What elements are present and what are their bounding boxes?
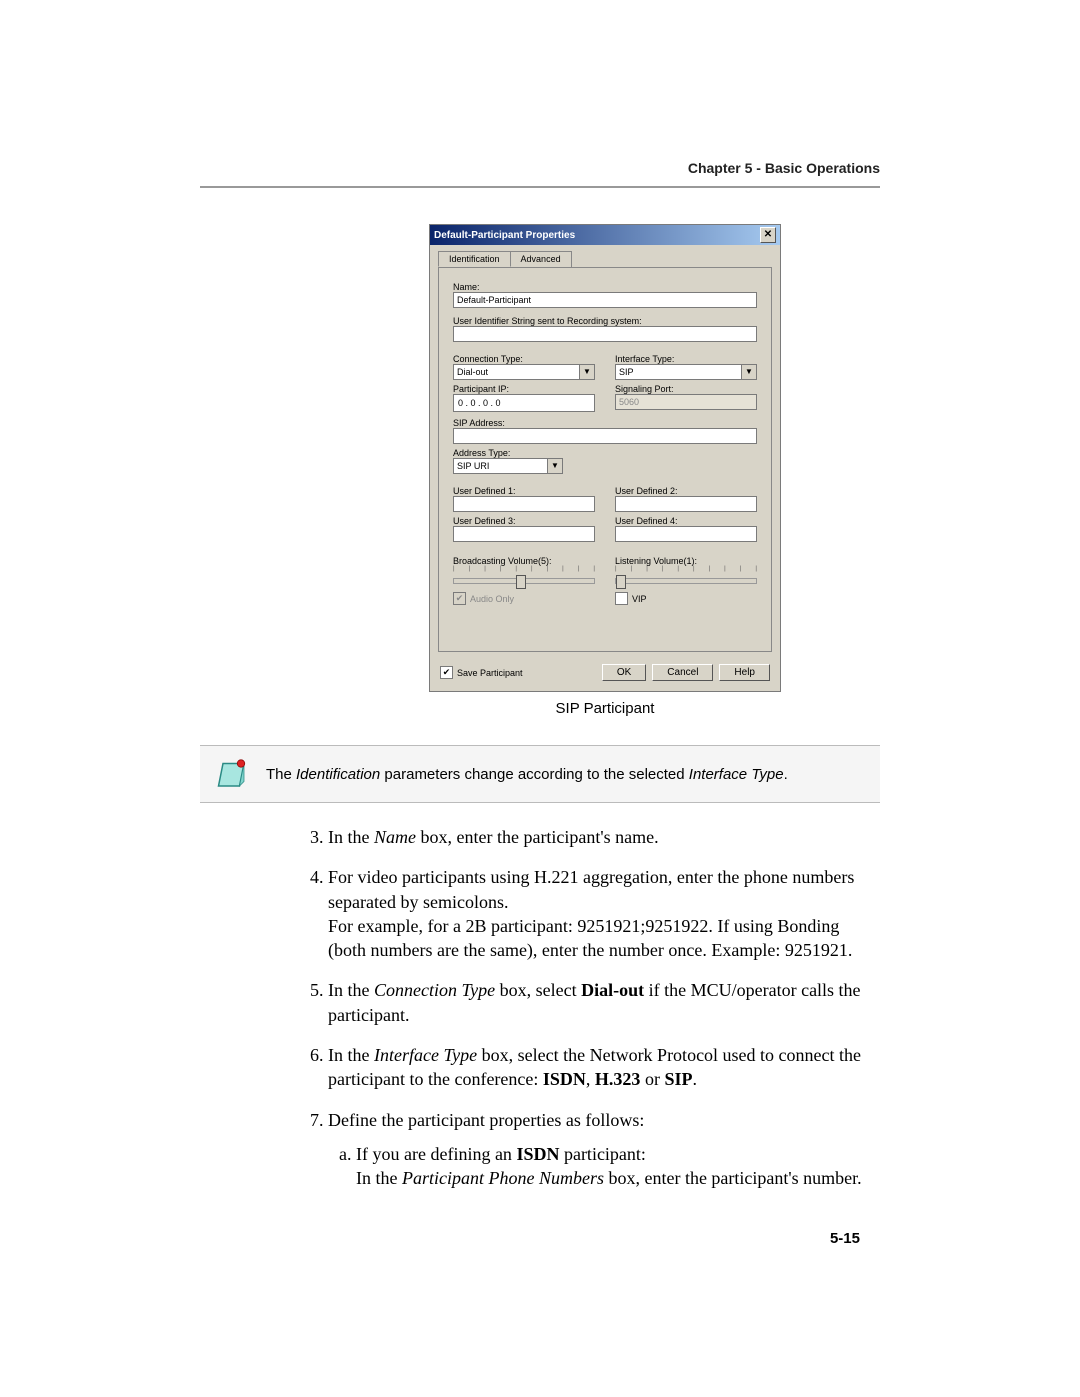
- sip-address-label: SIP Address:: [453, 418, 757, 428]
- ud3-label: User Defined 3:: [453, 516, 595, 526]
- audio-only-label: Audio Only: [470, 594, 514, 604]
- chevron-down-icon: ▼: [579, 365, 594, 379]
- uid-label: User Identifier String sent to Recording…: [453, 316, 757, 326]
- tab-advanced[interactable]: Advanced: [510, 251, 572, 267]
- listening-volume-slider[interactable]: [615, 578, 757, 584]
- name-field[interactable]: [453, 292, 757, 308]
- help-button[interactable]: Help: [719, 664, 770, 681]
- broadcast-ticks: ||||||||||: [453, 566, 595, 572]
- header-rule: [200, 186, 880, 188]
- chevron-down-icon: ▼: [547, 459, 562, 473]
- address-type-select[interactable]: SIP URI ▼: [453, 458, 563, 474]
- save-participant-checkbox[interactable]: ✔Save Participant: [440, 666, 596, 679]
- page-header: Chapter 5 - Basic Operations: [200, 160, 880, 176]
- audio-only-checkbox: ✔Audio Only: [453, 592, 595, 605]
- connection-type-value: Dial-out: [457, 367, 488, 377]
- tab-panel-identification: Name: User Identifier String sent to Rec…: [438, 267, 772, 652]
- listening-volume-label: Listening Volume(1):: [615, 556, 757, 566]
- uid-field[interactable]: [453, 326, 757, 342]
- participant-ip-value: 0 . 0 . 0 . 0: [458, 398, 501, 408]
- note-icon: [214, 756, 250, 792]
- interface-type-select[interactable]: SIP ▼: [615, 364, 757, 380]
- step-7a: If you are defining an ISDN participant:…: [356, 1142, 880, 1191]
- close-icon[interactable]: ✕: [760, 227, 776, 243]
- ud1-label: User Defined 1:: [453, 486, 595, 496]
- chevron-down-icon: ▼: [741, 365, 756, 379]
- step-5: In the Connection Type box, select Dial-…: [328, 978, 880, 1027]
- ud4-field[interactable]: [615, 526, 757, 542]
- signaling-port-label: Signaling Port:: [615, 384, 757, 394]
- ud2-label: User Defined 2:: [615, 486, 757, 496]
- connection-type-select[interactable]: Dial-out ▼: [453, 364, 595, 380]
- dialog-button-row: ✔Save Participant OK Cancel Help: [430, 658, 780, 691]
- ud3-field[interactable]: [453, 526, 595, 542]
- interface-type-label: Interface Type:: [615, 354, 757, 364]
- figure-caption: SIP Participant: [330, 700, 880, 717]
- page-number: 5-15: [830, 1230, 860, 1247]
- cancel-button[interactable]: Cancel: [652, 664, 713, 681]
- ud2-field[interactable]: [615, 496, 757, 512]
- note-callout: The Identification parameters change acc…: [200, 745, 880, 803]
- connection-type-label: Connection Type:: [453, 354, 595, 364]
- ok-button[interactable]: OK: [602, 664, 646, 681]
- save-participant-label: Save Participant: [457, 668, 523, 678]
- tab-identification[interactable]: Identification: [438, 251, 511, 267]
- broadcast-volume-slider[interactable]: [453, 578, 595, 584]
- ud4-label: User Defined 4:: [615, 516, 757, 526]
- note-text: The Identification parameters change acc…: [266, 766, 788, 783]
- step-3: In the Name box, enter the participant's…: [328, 825, 880, 849]
- vip-checkbox[interactable]: VIP: [615, 592, 757, 605]
- signaling-port-field: [615, 394, 757, 410]
- participant-properties-dialog: Default-Participant Properties ✕ Identif…: [429, 224, 781, 692]
- vip-label: VIP: [632, 594, 647, 604]
- dialog-title-text: Default-Participant Properties: [434, 230, 575, 241]
- broadcast-volume-label: Broadcasting Volume(5):: [453, 556, 595, 566]
- listening-ticks: ||||||||||: [615, 566, 757, 572]
- name-label: Name:: [453, 282, 757, 292]
- ud1-field[interactable]: [453, 496, 595, 512]
- sip-address-field[interactable]: [453, 428, 757, 444]
- address-type-label: Address Type:: [453, 448, 757, 458]
- step-4: For video participants using H.221 aggre…: [328, 865, 880, 962]
- dialog-titlebar: Default-Participant Properties ✕: [430, 225, 780, 245]
- interface-type-value: SIP: [619, 367, 634, 377]
- step-7: Define the participant properties as fol…: [328, 1108, 880, 1191]
- participant-ip-field[interactable]: 0 . 0 . 0 . 0: [453, 394, 595, 412]
- step-6: In the Interface Type box, select the Ne…: [328, 1043, 880, 1092]
- address-type-value: SIP URI: [457, 461, 489, 471]
- instruction-steps: In the Name box, enter the participant's…: [300, 825, 880, 1191]
- participant-ip-label: Participant IP:: [453, 384, 595, 394]
